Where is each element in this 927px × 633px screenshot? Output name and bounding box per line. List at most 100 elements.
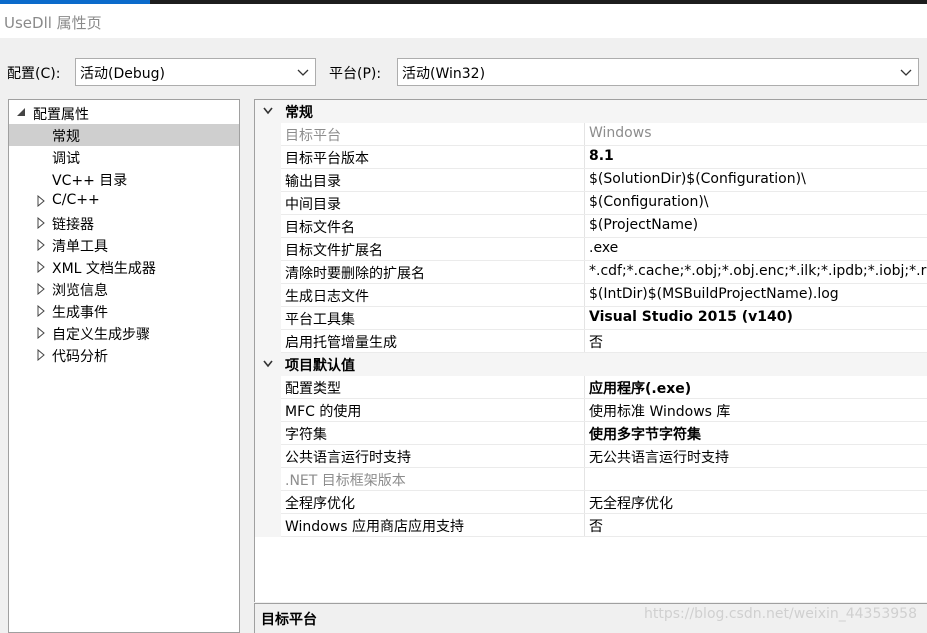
property-value: $(ProjectName) — [589, 217, 699, 233]
property-row[interactable]: 目标平台版本 8.1 — [255, 146, 927, 169]
tree-item-code-analysis[interactable]: 代码分析 — [9, 344, 239, 366]
property-name: 目标平台版本 — [285, 151, 369, 167]
description-panel: 目标平台 https://blog.csdn.net/weixin_443539… — [254, 603, 927, 633]
property-row[interactable]: 字符集 使用多字节字符集 — [255, 422, 927, 445]
expanded-triangle-icon — [17, 108, 25, 116]
collapsed-triangle-icon[interactable] — [36, 261, 46, 273]
tree-item-label: XML 文档生成器 — [52, 261, 156, 277]
category-label: 项目默认值 — [285, 358, 355, 374]
property-row[interactable]: 输出目录 $(SolutionDir)$(Configuration)\ — [255, 169, 927, 192]
property-name: MFC 的使用 — [285, 404, 362, 420]
property-name: Windows 应用商店应用支持 — [285, 519, 464, 535]
property-row[interactable]: MFC 的使用 使用标准 Windows 库 — [255, 399, 927, 422]
property-value: $(SolutionDir)$(Configuration)\ — [589, 171, 806, 187]
property-name: .NET 目标框架版本 — [285, 473, 406, 489]
property-name: 字符集 — [285, 427, 327, 443]
property-row[interactable]: 目标平台 Windows — [255, 123, 927, 146]
tree-item-linker[interactable]: 链接器 — [9, 212, 239, 234]
property-grid: 常规 目标平台 Windows 目标平台版本 8.1 输出目录 $(SolutionD… — [254, 99, 927, 602]
property-value: 否 — [589, 519, 603, 535]
window-title: UseDll 属性页 — [4, 14, 102, 32]
property-name: 目标文件名 — [285, 220, 355, 236]
chevron-down-icon[interactable] — [262, 359, 274, 369]
collapsed-triangle-icon[interactable] — [36, 195, 46, 207]
property-name: 配置类型 — [285, 381, 341, 397]
watermark: https://blog.csdn.net/weixin_44353958 — [643, 606, 917, 622]
property-name: 生成日志文件 — [285, 289, 369, 305]
property-value: 应用程序(.exe) — [589, 381, 692, 397]
tree-item-label: 生成事件 — [52, 305, 108, 321]
property-value: 无全程序优化 — [589, 496, 673, 512]
tree-item-vc-directories[interactable]: VC++ 目录 — [9, 168, 239, 190]
collapsed-triangle-icon[interactable] — [36, 349, 46, 361]
category-project-defaults[interactable]: 项目默认值 — [255, 353, 927, 376]
property-name: 全程序优化 — [285, 496, 355, 512]
tree-item-label: C/C++ — [52, 192, 100, 208]
property-value: $(Configuration)\ — [589, 194, 709, 210]
platform-dropdown-value: 活动(Win32) — [402, 66, 486, 82]
category-general[interactable]: 常规 — [255, 100, 927, 123]
property-name: 公共语言运行时支持 — [285, 450, 411, 466]
chevron-down-icon — [900, 69, 912, 76]
tree-item-label: VC++ 目录 — [52, 173, 128, 189]
property-value: .exe — [589, 240, 619, 256]
config-label: 配置(C): — [7, 66, 61, 82]
property-name: 目标文件扩展名 — [285, 243, 383, 259]
property-value: *.cdf;*.cache;*.obj;*.obj.enc;*.ilk;*.ip… — [589, 263, 927, 279]
title-bar: UseDll 属性页 — [0, 4, 927, 38]
tree-item-debugging[interactable]: 调试 — [9, 146, 239, 168]
tree-item-manifest-tool[interactable]: 清单工具 — [9, 234, 239, 256]
collapsed-triangle-icon[interactable] — [36, 327, 46, 339]
property-row[interactable]: 清除时要删除的扩展名 *.cdf;*.cache;*.obj;*.obj.enc;… — [255, 261, 927, 284]
description-title: 目标平台 — [261, 612, 317, 628]
property-row[interactable]: 配置类型 应用程序(.exe) — [255, 376, 927, 399]
property-value: 无公共语言运行时支持 — [589, 450, 729, 466]
tree-item-label: 常规 — [52, 129, 80, 145]
property-value: Visual Studio 2015 (v140) — [589, 309, 793, 325]
property-name: 目标平台 — [285, 128, 341, 144]
collapsed-triangle-icon[interactable] — [36, 217, 46, 229]
property-row[interactable]: 启用托管增量生成 否 — [255, 330, 927, 353]
property-row[interactable]: .NET 目标框架版本 — [255, 468, 927, 491]
platform-label: 平台(P): — [329, 66, 382, 82]
tree-node-config-properties[interactable]: 配置属性 — [9, 102, 239, 124]
property-row[interactable]: 生成日志文件 $(IntDir)$(MSBuildProjectName).log — [255, 284, 927, 307]
config-dropdown-value: 活动(Debug) — [80, 66, 165, 82]
property-value: 否 — [589, 335, 603, 351]
platform-dropdown[interactable]: 活动(Win32) — [397, 58, 919, 86]
collapsed-triangle-icon[interactable] — [36, 239, 46, 251]
config-dropdown[interactable]: 活动(Debug) — [75, 58, 316, 86]
tree-item-xml-doc-generator[interactable]: XML 文档生成器 — [9, 256, 239, 278]
property-row[interactable]: Windows 应用商店应用支持 否 — [255, 514, 927, 537]
property-row[interactable]: 全程序优化 无全程序优化 — [255, 491, 927, 514]
property-row[interactable]: 平台工具集 Visual Studio 2015 (v140) — [255, 307, 927, 330]
property-name: 清除时要删除的扩展名 — [285, 266, 425, 282]
property-name: 平台工具集 — [285, 312, 355, 328]
tree-item-c-cpp[interactable]: C/C++ — [9, 190, 239, 212]
chevron-down-icon — [297, 69, 309, 76]
tree-item-label: 代码分析 — [52, 349, 108, 365]
property-row[interactable]: 中间目录 $(Configuration)\ — [255, 192, 927, 215]
tree-item-label: 浏览信息 — [52, 283, 108, 299]
property-name: 启用托管增量生成 — [285, 335, 397, 351]
tree-item-label: 自定义生成步骤 — [52, 327, 150, 343]
tree-item-label: 链接器 — [52, 217, 94, 233]
property-row[interactable]: 目标文件扩展名 .exe — [255, 238, 927, 261]
configuration-bar: 配置(C): 活动(Debug) 平台(P): 活动(Win32) — [0, 48, 927, 94]
property-row[interactable]: 目标文件名 $(ProjectName) — [255, 215, 927, 238]
property-name: 中间目录 — [285, 197, 341, 213]
tree-item-label: 清单工具 — [52, 239, 108, 255]
property-value: Windows — [589, 125, 652, 141]
collapsed-triangle-icon[interactable] — [36, 305, 46, 317]
tree-item-custom-build-step[interactable]: 自定义生成步骤 — [9, 322, 239, 344]
property-tree: 配置属性 常规 调试 VC++ 目录 C/C++ 链接器 清单工具 XML 文档… — [8, 99, 240, 633]
tree-item-build-events[interactable]: 生成事件 — [9, 300, 239, 322]
chevron-down-icon[interactable] — [262, 106, 274, 116]
tree-node-label: 配置属性 — [33, 107, 89, 123]
property-row[interactable]: 公共语言运行时支持 无公共语言运行时支持 — [255, 445, 927, 468]
property-value: 使用标准 Windows 库 — [589, 404, 731, 420]
tree-item-browse-info[interactable]: 浏览信息 — [9, 278, 239, 300]
tree-item-general[interactable]: 常规 — [9, 124, 239, 146]
collapsed-triangle-icon[interactable] — [36, 283, 46, 295]
property-value: 使用多字节字符集 — [589, 427, 701, 443]
